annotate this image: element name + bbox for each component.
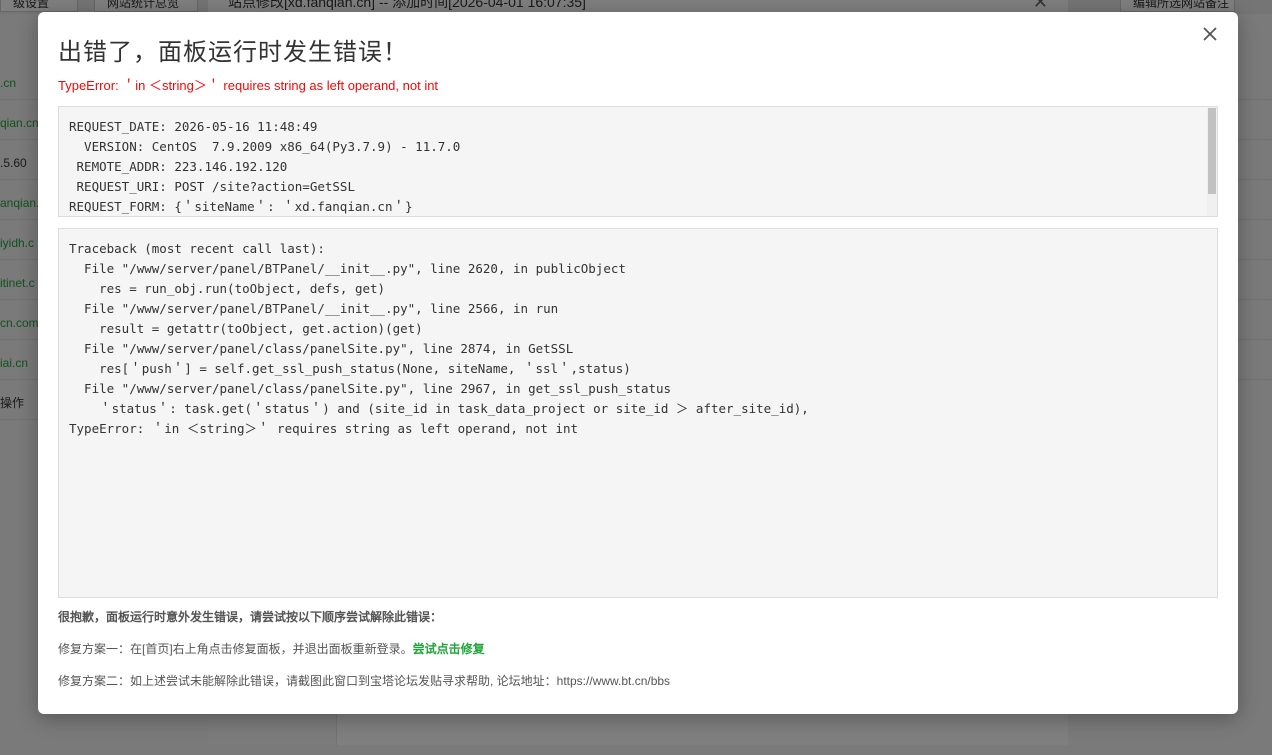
apology-text: 很抱歉，面板运行时意外发生错误，请尝试按以下顺序尝试解除此错误：	[58, 610, 443, 624]
fix-option-two: 修复方案二：如上述尝试未能解除此错误，请截图此窗口到宝塔论坛发贴寻求帮助, 论坛…	[58, 674, 671, 688]
traceback-line: Traceback (most recent call last):	[69, 241, 325, 256]
try-repair-link[interactable]: 尝试点击修复	[413, 642, 485, 656]
dialog-title: 出错了，面板运行时发生错误！	[58, 39, 408, 66]
traceback-box[interactable]: Traceback (most recent call last): File …	[58, 228, 1218, 598]
traceback-line: File "/www/server/panel/BTPanel/__init__…	[69, 301, 559, 316]
traceback-line: File "/www/server/panel/class/panelSite.…	[69, 381, 672, 396]
request-info-line: REQUEST_DATE: 2026-05-16 11:48:49	[69, 119, 318, 134]
request-info-line: VERSION: CentOS 7.9.2009 x86_64(Py3.7.9)…	[69, 139, 461, 154]
traceback-line: ＇status＇: task.get(＇status＇) and (site_i…	[69, 401, 809, 416]
close-icon[interactable]	[1200, 24, 1220, 44]
traceback-text: Traceback (most recent call last): File …	[59, 229, 1217, 449]
traceback-line: File "/www/server/panel/BTPanel/__init__…	[69, 261, 626, 276]
request-info-line: REQUEST_FORM: {＇siteName＇: ＇xd.fanqian.c…	[69, 199, 413, 214]
request-info-line: REQUEST_URI: POST /site?action=GetSSL	[69, 179, 355, 194]
fix-option-one-text: 修复方案一：在[首页]右上角点击修复面板，并退出面板重新登录。	[58, 642, 413, 656]
fix-option-one: 修复方案一：在[首页]右上角点击修复面板，并退出面板重新登录。尝试点击修复	[58, 640, 485, 657]
scrollbar-thumb[interactable]	[1208, 108, 1216, 194]
traceback-line: res = run_obj.run(toObject, defs, get)	[69, 281, 386, 296]
traceback-line: TypeError: ＇in ＜string＞＇ requires string…	[69, 421, 579, 436]
request-info-scrollbar[interactable]	[1207, 107, 1217, 216]
traceback-line: res[＇push＇] = self.get_ssl_push_status(N…	[69, 361, 631, 376]
error-summary: TypeError: ＇in ＜string＞＇ requires string…	[58, 78, 439, 93]
traceback-line: result = getattr(toObject, get.action)(g…	[69, 321, 423, 336]
request-info-box[interactable]: REQUEST_DATE: 2026-05-16 11:48:49 VERSIO…	[58, 106, 1218, 217]
request-info-line: REMOTE_ADDR: 223.146.192.120	[69, 159, 288, 174]
request-info-text: REQUEST_DATE: 2026-05-16 11:48:49 VERSIO…	[59, 107, 1217, 216]
traceback-line: File "/www/server/panel/class/panelSite.…	[69, 341, 574, 356]
error-dialog: 出错了，面板运行时发生错误！ TypeError: ＇in ＜string＞＇ …	[38, 12, 1238, 714]
